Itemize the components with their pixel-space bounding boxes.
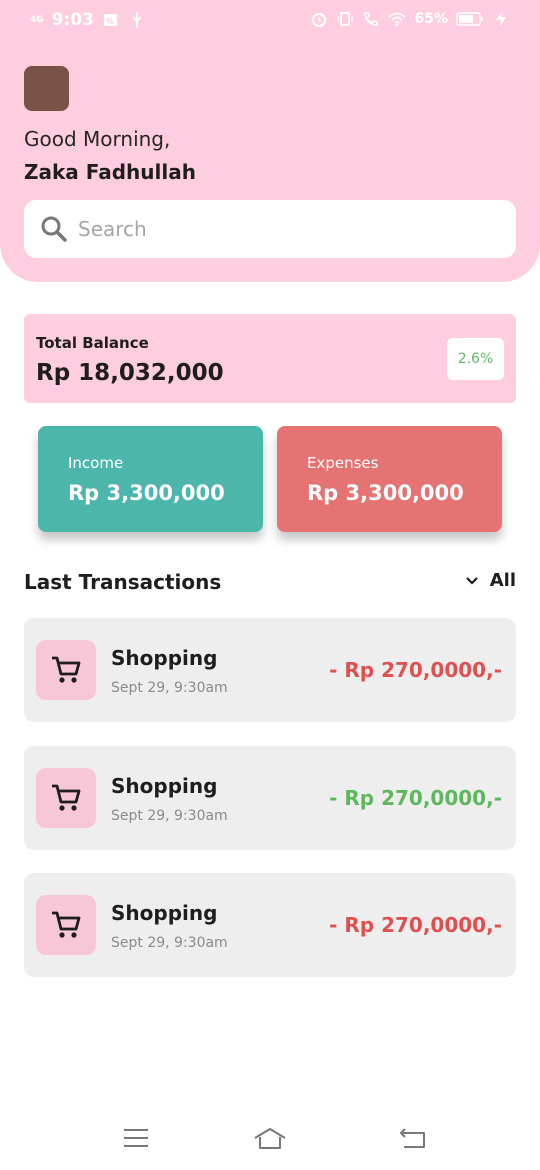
battery-icon [456,12,483,26]
menu-icon [124,1129,148,1147]
income-card[interactable]: Income Rp 3,300,000 [38,426,263,532]
transaction-amount: - Rp 270,0000,- [329,658,502,682]
battery-percent: 65% [414,11,448,27]
wifi-icon [388,12,407,27]
cart-icon [52,656,81,683]
transaction-item[interactable]: Shopping Sept 29, 9:30am - Rp 270,0000,- [24,618,516,722]
menu-button[interactable] [116,1124,156,1152]
expenses-value: Rp 3,300,000 [307,481,464,505]
status-bar: 4G 9:03 % 65% [0,0,540,42]
svg-text:%: % [106,17,114,26]
notification-icon: % [103,14,117,26]
cart-icon [52,911,81,938]
transaction-title: Shopping [111,646,218,670]
transaction-title: Shopping [111,901,218,925]
cart-icon-container [36,895,96,955]
status-time: 9:03 [51,10,94,30]
transaction-item[interactable]: Shopping Sept 29, 9:30am - Rp 270,0000,- [24,873,516,977]
usb-icon [132,12,142,28]
charging-icon [496,11,506,27]
cart-icon-container [36,640,96,700]
home-icon [254,1128,286,1149]
avatar[interactable] [24,66,69,111]
transaction-date: Sept 29, 9:30am [111,808,228,824]
search-icon [41,216,67,242]
home-button[interactable] [250,1124,290,1152]
cart-icon-container [36,768,96,828]
back-icon [400,1128,425,1148]
expenses-card[interactable]: Expenses Rp 3,300,000 [277,426,502,532]
transaction-amount: - Rp 270,0000,- [329,786,502,810]
header: 4G 9:03 % 65% Good Morning, Zaka Fadhull… [0,0,540,282]
transaction-date: Sept 29, 9:30am [111,935,228,951]
cart-icon [52,784,81,811]
chevron-down-icon [465,576,478,585]
alarm-icon [312,13,327,27]
balance-change-badge: 2.6% [447,338,504,380]
filter-all-dropdown[interactable]: All [464,570,516,591]
transaction-amount: - Rp 270,0000,- [329,913,502,937]
transaction-date: Sept 29, 9:30am [111,680,228,696]
balance-label: Total Balance [36,334,149,352]
transaction-item[interactable]: Shopping Sept 29, 9:30am - Rp 270,0000,- [24,746,516,850]
total-balance-card: Total Balance Rp 18,032,000 2.6% [24,314,516,403]
income-value: Rp 3,300,000 [68,481,225,505]
last-transactions-title: Last Transactions [24,570,222,594]
vibrate-icon [337,12,354,26]
income-label: Income [68,454,124,472]
call-icon [364,12,379,26]
transaction-title: Shopping [111,774,218,798]
search-bar[interactable] [24,200,516,258]
back-button[interactable] [392,1124,432,1152]
search-input[interactable] [78,217,478,241]
greeting-text: Good Morning, [24,127,171,151]
system-nav-bar [0,1112,540,1170]
network-indicator: 4G [30,14,44,25]
user-name: Zaka Fadhullah [24,160,196,184]
filter-all-label: All [489,570,516,591]
expenses-label: Expenses [307,454,379,472]
balance-amount: Rp 18,032,000 [36,360,224,386]
